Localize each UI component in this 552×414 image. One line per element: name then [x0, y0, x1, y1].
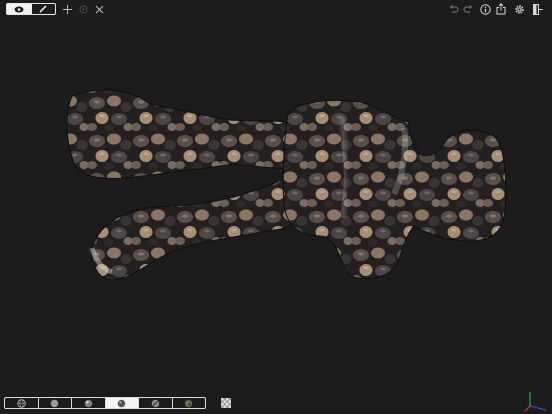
target-icon — [79, 5, 87, 13]
info-button[interactable] — [479, 3, 491, 15]
textured-sphere-icon — [184, 399, 193, 407]
share-icon — [496, 3, 506, 15]
shading-matcap-button[interactable] — [104, 398, 138, 408]
pencil-icon — [39, 5, 47, 13]
settings-button[interactable] — [513, 3, 525, 15]
gear-icon — [514, 4, 524, 14]
shading-mode-group — [4, 397, 206, 409]
shading-striped-button[interactable] — [138, 398, 172, 408]
wireframe-sphere-icon — [17, 398, 26, 408]
top-toolbar — [0, 0, 552, 18]
3d-viewport[interactable] — [0, 18, 552, 412]
exit-button[interactable] — [532, 3, 544, 15]
shading-wireframe-button[interactable] — [5, 398, 38, 408]
sculpted-model — [66, 89, 507, 281]
smooth-sphere-icon — [84, 399, 93, 407]
bottom-toolbar — [0, 396, 552, 414]
eye-icon — [14, 6, 24, 12]
symmetry-button[interactable] — [93, 3, 105, 15]
matcap-sphere-icon — [117, 399, 126, 407]
flat-sphere-icon — [50, 399, 59, 407]
undo-button[interactable] — [448, 3, 460, 15]
shading-flat-button[interactable] — [37, 398, 72, 408]
model-upper-arm — [66, 89, 301, 179]
share-button[interactable] — [495, 3, 507, 15]
undo-icon — [449, 4, 459, 12]
move-icon — [62, 4, 72, 14]
shading-smooth-button[interactable] — [71, 398, 105, 408]
view-mode-button[interactable] — [7, 4, 31, 14]
move-button[interactable] — [61, 3, 73, 15]
info-icon — [479, 3, 491, 15]
redo-icon — [463, 4, 473, 12]
model-lower-arm — [91, 166, 301, 281]
checkerboard-icon[interactable] — [221, 398, 231, 408]
striped-sphere-icon — [151, 399, 160, 407]
edit-mode-button[interactable] — [30, 4, 56, 14]
target-button[interactable] — [77, 3, 89, 15]
mode-toggle — [6, 3, 56, 15]
exit-icon — [533, 3, 543, 15]
redo-button[interactable] — [462, 3, 474, 15]
symmetry-icon — [95, 5, 103, 13]
shading-textured-button[interactable] — [171, 398, 206, 408]
